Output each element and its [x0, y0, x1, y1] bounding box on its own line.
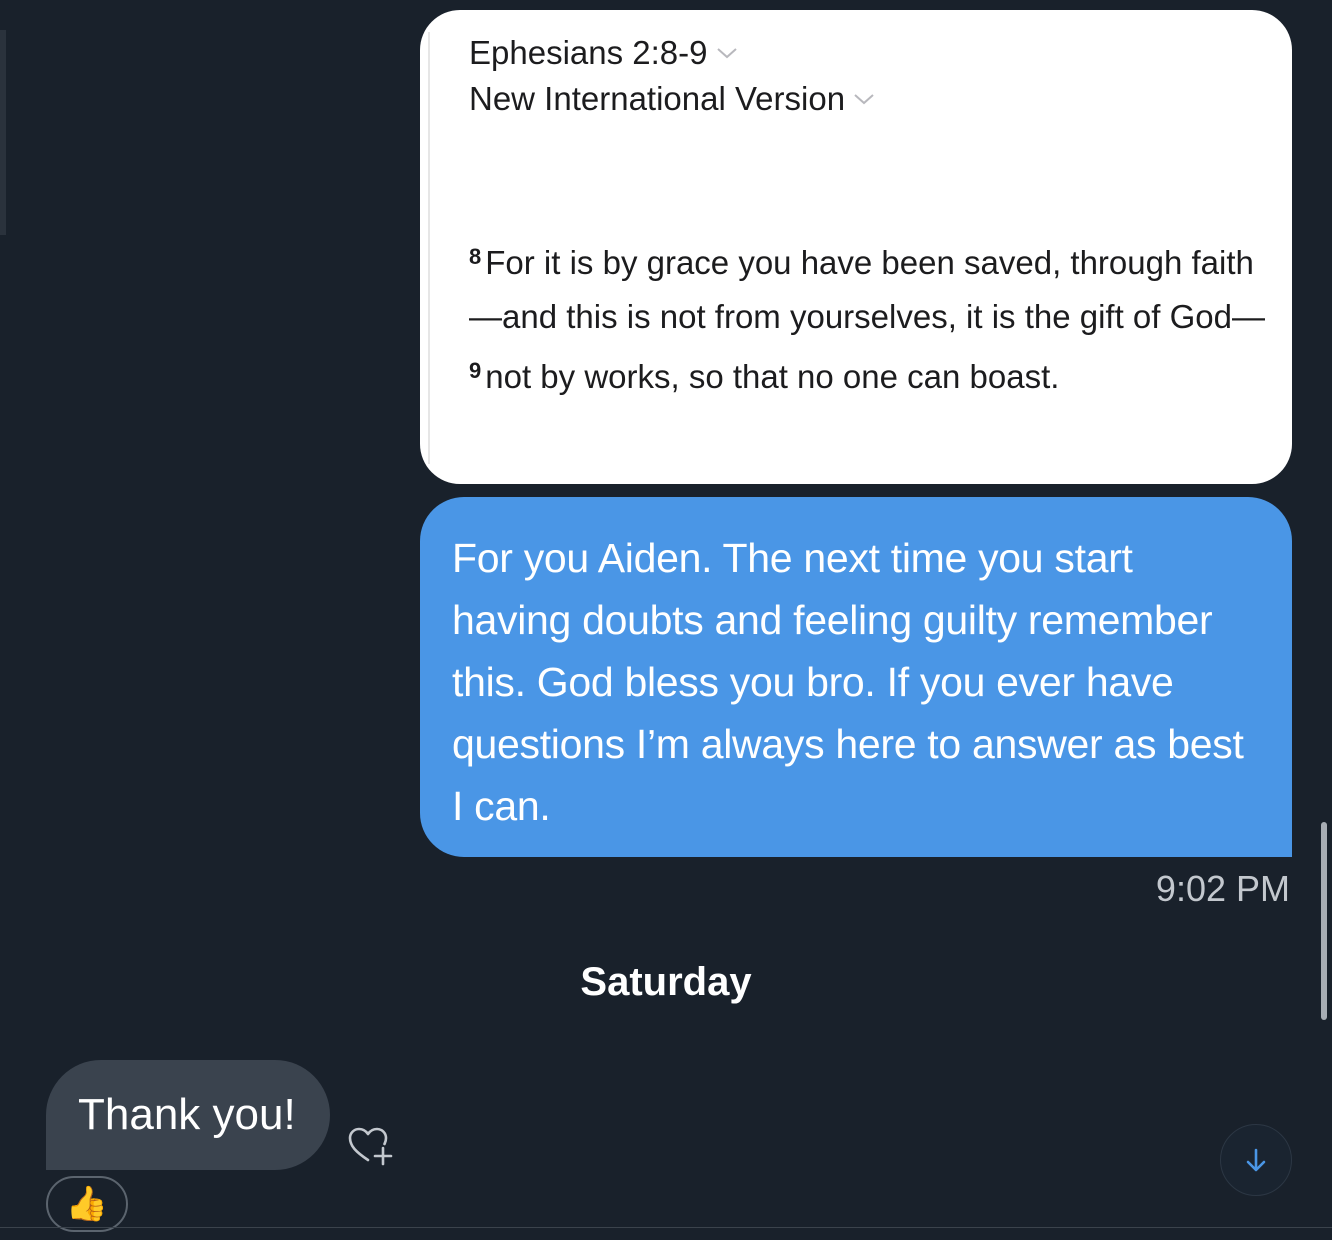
verse-text: 8 For it is by grace you have been saved,… — [469, 230, 1269, 404]
heart-plus-icon — [348, 1127, 393, 1166]
verse-9-text: not by works, so that no one can boast. — [485, 358, 1060, 395]
verse-reference-row: Ephesians 2:8-9 — [469, 34, 738, 72]
add-reaction-button[interactable] — [346, 1124, 396, 1170]
scrollbar[interactable] — [1321, 822, 1327, 1020]
received-message-text: Thank you! — [78, 1090, 296, 1139]
translation-name: New International Version — [469, 80, 846, 117]
image-attachment[interactable]: Ephesians 2:8-9 New International Versio… — [420, 10, 1292, 484]
verse-reference: Ephesians 2:8-9 — [469, 34, 708, 71]
thumbs-up-icon: 👍 — [65, 1185, 109, 1223]
left-panel-edge — [0, 30, 6, 235]
scroll-to-bottom-button[interactable] — [1220, 1124, 1292, 1196]
verse-number-9: 9 — [469, 358, 482, 383]
translation-row: New International Version — [469, 80, 875, 118]
composer-divider — [0, 1227, 1332, 1228]
image-divider — [428, 32, 430, 464]
sent-message-bubble[interactable]: For you Aiden. The next time you start h… — [420, 497, 1292, 857]
verse-8-text: For it is by grace you have been saved, … — [469, 244, 1265, 335]
arrow-down-icon — [1246, 1148, 1266, 1172]
message-timestamp: 9:02 PM — [1155, 868, 1290, 909]
received-message-bubble[interactable]: Thank you! — [46, 1060, 330, 1170]
sent-message-text: For you Aiden. The next time you start h… — [452, 535, 1244, 829]
dm-conversation: Ephesians 2:8-9 New International Versio… — [0, 0, 1332, 1240]
chevron-down-icon — [854, 94, 874, 105]
verse-number-8: 8 — [469, 244, 482, 269]
chevron-down-icon — [716, 48, 737, 59]
thumbs-up-reaction[interactable]: 👍 — [46, 1176, 128, 1232]
day-separator: Saturday — [580, 960, 752, 1004]
